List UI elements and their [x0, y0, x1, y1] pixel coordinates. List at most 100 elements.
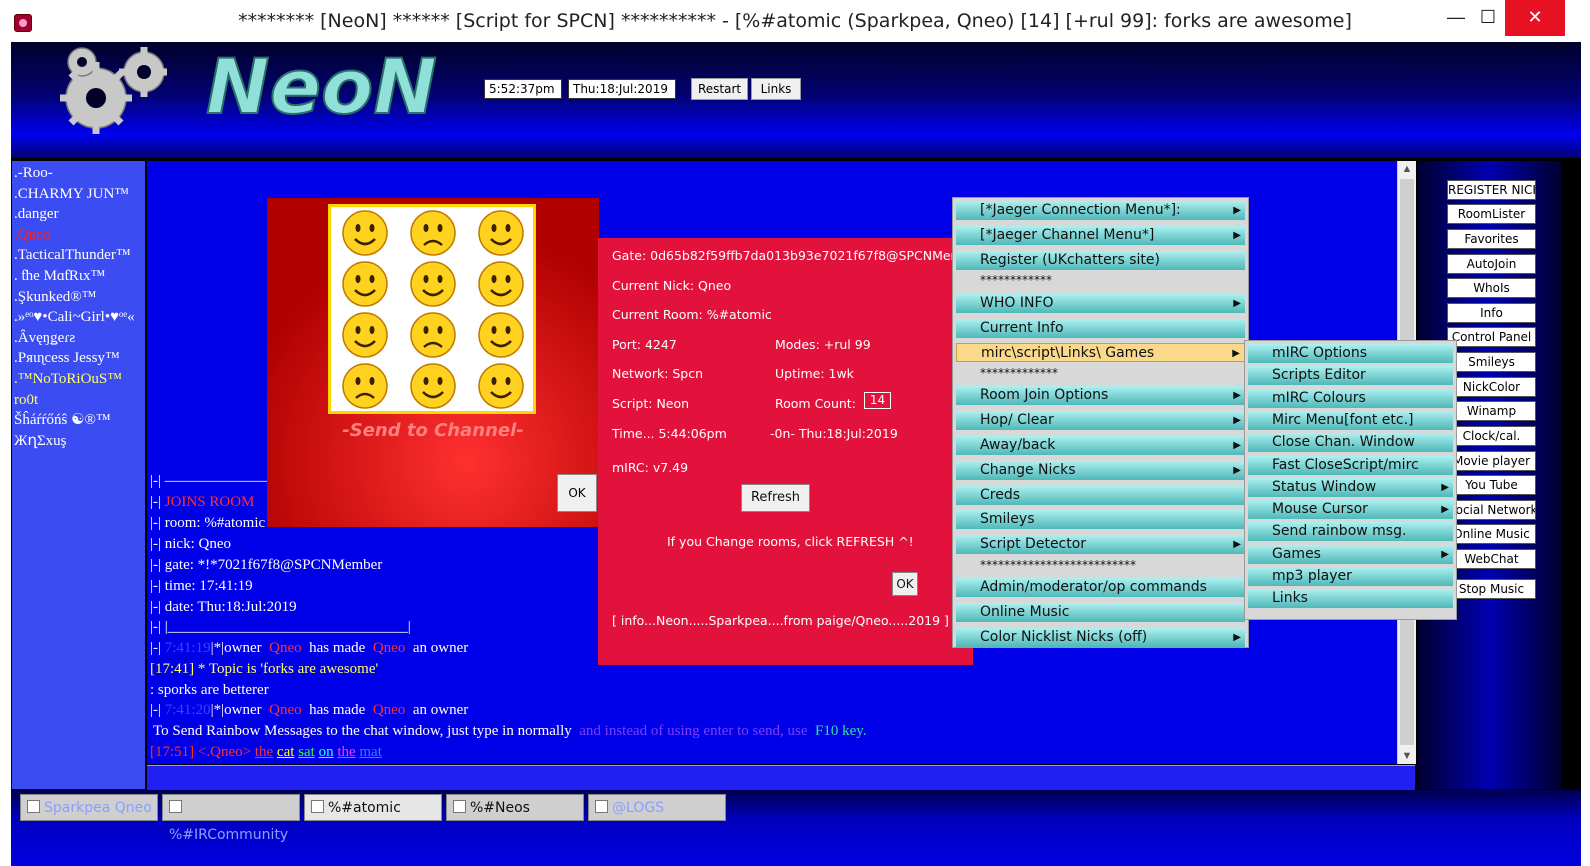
rainbow-word: the — [254, 744, 274, 760]
nick-item[interactable]: .CHARMY JUN™ — [12, 184, 145, 205]
nick-item[interactable]: . ƭhe MɑƭRɩx™ — [12, 266, 145, 287]
angry-smiley-icon[interactable] — [342, 363, 388, 409]
nick-item[interactable]: .™NoToRiOuS™ — [12, 369, 145, 390]
menu-item[interactable]: Fast CloseScript/mirc — [1248, 455, 1453, 475]
refresh-button[interactable]: Refresh — [741, 484, 810, 512]
menu-item[interactable]: Register (UKchatters site) — [956, 250, 1245, 270]
autojoin-button[interactable]: AutoJoin — [1447, 254, 1536, 274]
menu-item[interactable]: Hop/ Clear ▶ — [956, 411, 1245, 431]
wink-smiley-icon[interactable] — [410, 363, 456, 409]
chat-line: |-| JOINS ROOM — [150, 494, 255, 510]
whois-button[interactable]: WhoIs — [1447, 278, 1536, 298]
rainbow-word: mat — [359, 744, 382, 760]
sweat-smiley-icon[interactable] — [478, 312, 524, 358]
menu-item[interactable]: mirc\script\Links\ Games ▶ — [956, 343, 1245, 363]
menu-item[interactable]: Scripts Editor — [1248, 366, 1453, 386]
smile-smiley-icon[interactable] — [342, 210, 388, 256]
chat-line: |-| nick: Qneo — [150, 536, 231, 552]
control-panel-button[interactable]: Control Panel — [1447, 327, 1536, 347]
frown-smiley-icon[interactable] — [410, 210, 456, 256]
roomlister-button[interactable]: RoomLister — [1447, 204, 1536, 224]
movie-player-button[interactable]: Movie player — [1447, 451, 1536, 471]
menu-item[interactable]: Games ▶ — [1248, 544, 1453, 564]
menu-item[interactable]: Mirc Menu[font etc.] — [1248, 410, 1453, 430]
online-music-button[interactable]: Online Music — [1447, 524, 1536, 544]
menu-item[interactable]: Away/back ▶ — [956, 436, 1245, 455]
menu-item[interactable]: Links — [1248, 589, 1453, 609]
nick-item[interactable]: ЖղΣxuş — [12, 431, 145, 452]
tab-logs[interactable]: @LOGS — [588, 794, 726, 821]
stop-music-button[interactable]: Stop Music — [1447, 579, 1536, 599]
menu-item[interactable]: Close Chan. Window — [1248, 433, 1453, 453]
dizzy-smiley-icon[interactable] — [410, 261, 456, 307]
sad-smiley-icon[interactable] — [410, 312, 456, 358]
social-networks-button[interactable]: Social Networks — [1447, 500, 1536, 520]
nickcolor-button[interactable]: NickColor — [1447, 377, 1536, 397]
menu-item[interactable]: Send rainbow msg. — [1248, 522, 1453, 542]
menu-item[interactable]: Mouse Cursor ▶ — [1248, 500, 1453, 520]
tab-ircommunity[interactable]: %#IRCommunity — [162, 794, 300, 843]
clock-calendar-button[interactable]: Clock/cal. — [1447, 426, 1536, 446]
submenu-arrow-icon: ▶ — [1233, 390, 1241, 402]
menu-item[interactable]: WHO INFO ▶ — [956, 293, 1245, 313]
nick-list[interactable]: .-Roo- .CHARMY JUN™ .danger .Qneo .Tacti… — [12, 161, 145, 789]
winamp-button[interactable]: Winamp — [1447, 401, 1536, 421]
scroll-up-icon[interactable]: ▲ — [1398, 163, 1416, 175]
nick-item[interactable]: .danger — [12, 204, 145, 225]
grin-smiley-icon[interactable] — [342, 261, 388, 307]
youtube-button[interactable]: You Tube — [1447, 475, 1536, 495]
chat-input[interactable] — [147, 765, 1415, 790]
tab-neos[interactable]: %#Neos — [446, 794, 584, 821]
menu-item[interactable]: Creds — [956, 485, 1245, 505]
menu-item[interactable]: mIRC Colours — [1248, 388, 1453, 408]
restart-button[interactable]: Restart — [691, 78, 749, 100]
surprised-smiley-icon[interactable] — [342, 312, 388, 358]
big-grin-smiley-icon[interactable] — [478, 261, 524, 307]
nick-item[interactable]: Šĥáŕŕőńŝ ☯®™ — [12, 410, 145, 431]
nick-item[interactable]: .»ᵉᵒ♥•Cali~Girl•♥ᵒᵉ« — [12, 307, 145, 328]
nick-item[interactable]: ro0t — [12, 390, 145, 411]
menu-item[interactable]: Change Nicks ▶ — [956, 460, 1245, 480]
nick-item-self[interactable]: .Qneo — [12, 225, 145, 246]
menu-item[interactable]: Color Nicklist Nicks (off) ▶ — [956, 627, 1245, 647]
menu-item[interactable]: Room Join Options ▶ — [956, 386, 1245, 406]
nick-item[interactable]: .-Roo- — [12, 163, 145, 184]
nick-item[interactable]: .TacticalThunder™ — [12, 245, 145, 266]
register-nick-button[interactable]: REGISTER NICK — [1447, 180, 1536, 200]
tab-status[interactable]: Sparkpea Qneo — [20, 794, 158, 821]
submenu-arrow-icon: ▶ — [1233, 415, 1241, 427]
submenu-arrow-icon: ▶ — [1233, 539, 1241, 551]
webchat-button[interactable]: WebChat — [1447, 549, 1536, 569]
tab-atomic[interactable]: %#atomic — [304, 794, 442, 821]
menu-item[interactable]: Online Music — [956, 603, 1245, 623]
menu-item[interactable]: Smileys — [956, 510, 1245, 530]
close-button[interactable]: ✕ — [1505, 0, 1565, 36]
menu-item[interactable]: [*Jaeger Connection Menu*]: ▶ — [956, 201, 1245, 220]
chat-line: |-| date: Thu:18:Jul:2019 — [150, 599, 297, 615]
network-info: Network: Spcn — [612, 366, 704, 381]
menu-item[interactable]: Admin/moderator/op commands — [956, 578, 1245, 598]
send-ok-button[interactable]: OK — [557, 474, 597, 512]
send-to-channel-panel[interactable]: -Send to Channel- — [267, 198, 599, 527]
menu-item[interactable]: [*Jaeger Channel Menu*] ▶ — [956, 225, 1245, 245]
wink-tongue-smiley-icon[interactable] — [478, 210, 524, 256]
menu-item[interactable]: Status Window ▶ — [1248, 477, 1453, 497]
nick-item[interactable]: .Şkunked®™ — [12, 287, 145, 308]
nick-item[interactable]: .Pяɩɳcess Jessy™ — [12, 348, 145, 369]
info-button[interactable]: Info — [1447, 303, 1536, 323]
nick-item[interactable]: .Ȃvęŋǥeɾƨ — [12, 328, 145, 349]
info-footer: [ info...Neon.....Sparkpea....from paige… — [612, 613, 949, 628]
favorites-button[interactable]: Favorites — [1447, 229, 1536, 249]
maximize-button[interactable]: ☐ — [1468, 0, 1508, 36]
menu-separator: ************* — [980, 366, 1058, 381]
menu-item[interactable]: mIRC Options — [1248, 344, 1453, 363]
cool-smiley-icon[interactable] — [478, 363, 524, 409]
info-ok-button[interactable]: OK — [892, 572, 918, 596]
menu-item[interactable]: mp3 player — [1248, 567, 1453, 586]
menu-item[interactable]: Current Info — [956, 318, 1245, 338]
links-button[interactable]: Links — [751, 78, 801, 100]
menu-item[interactable]: Script Detector ▶ — [956, 535, 1245, 555]
scroll-down-icon[interactable]: ▼ — [1398, 750, 1416, 762]
smileys-button[interactable]: Smileys — [1447, 352, 1536, 372]
smiley-grid[interactable] — [328, 204, 536, 414]
